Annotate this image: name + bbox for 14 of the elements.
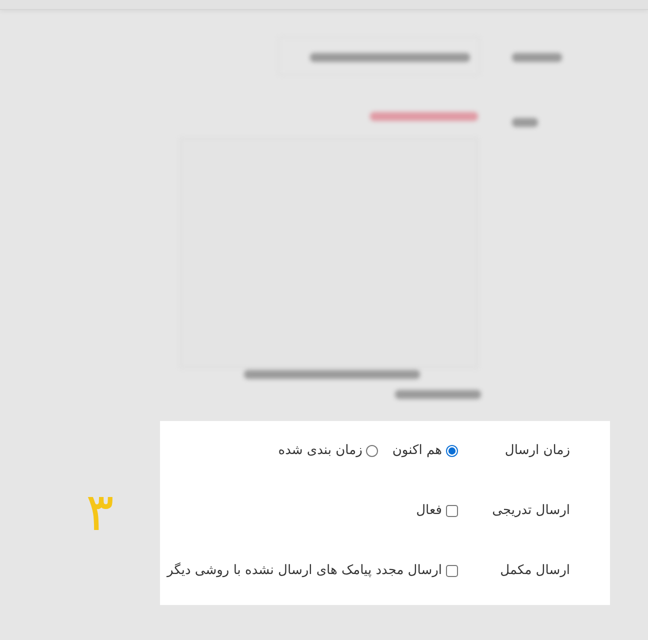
option-label[interactable]: زمان بندی شده bbox=[278, 441, 362, 461]
radio-button[interactable] bbox=[366, 445, 378, 457]
blurred-text bbox=[512, 118, 538, 127]
option-label[interactable]: فعال bbox=[416, 501, 442, 521]
setting-label: ارسال تدریجی bbox=[491, 502, 571, 520]
step-number: ٣ bbox=[85, 487, 115, 539]
checkbox[interactable] bbox=[446, 505, 458, 517]
setting-label: ارسال مکمل bbox=[499, 562, 571, 580]
option-label[interactable]: هم اکنون bbox=[392, 441, 442, 461]
setting-label: زمان ارسال bbox=[504, 442, 571, 460]
blurred-text bbox=[512, 53, 562, 62]
checkbox[interactable] bbox=[446, 565, 458, 577]
option-label[interactable]: ارسال مجدد پیامک های ارسال نشده با روشی دیگر bbox=[167, 561, 442, 581]
radio-button[interactable] bbox=[446, 445, 458, 457]
